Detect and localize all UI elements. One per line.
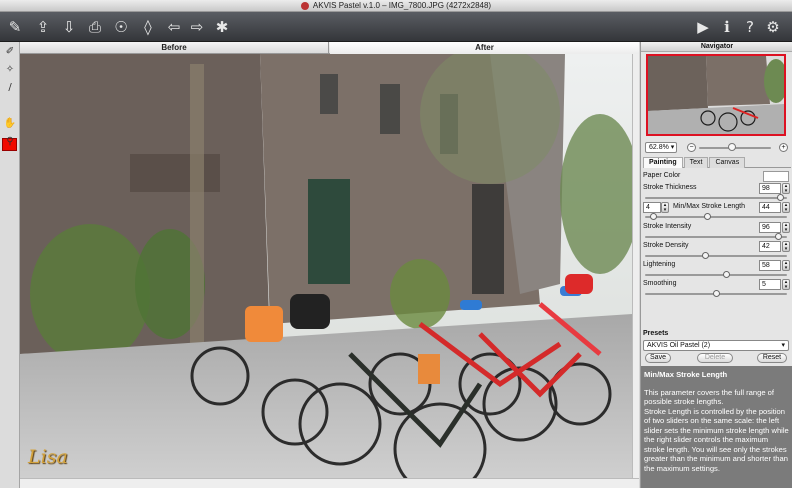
stroke-density-field[interactable]: 42 <box>759 241 781 252</box>
stroke-length-max-stepper[interactable]: ▴ ▾ <box>782 202 790 213</box>
lightening-field[interactable]: 58 <box>759 260 781 271</box>
stroke-length-min-field[interactable]: 4 <box>643 202 661 213</box>
help-title: Min/Max Stroke Length <box>644 370 728 379</box>
stroke-thickness-field[interactable]: 98 <box>759 183 781 194</box>
logo-brush-icon: ✎ <box>8 18 22 36</box>
title-bar: AKVIS Pastel v.1.0 – IMG_7800.JPG (4272x… <box>0 0 792 12</box>
image-canvas[interactable]: Lisa <box>20 54 632 478</box>
navigator-preview-image <box>648 56 784 134</box>
tab-text[interactable]: Text <box>683 157 709 168</box>
vertical-scrollbar[interactable] <box>632 54 639 478</box>
presets-selected: AKVIS Oil Pastel (2) <box>647 342 711 349</box>
chevron-down-icon: ▾ <box>781 342 785 349</box>
zoom-select[interactable]: 62.8% ▾ <box>645 142 677 153</box>
settings-tabs: Painting Text Canvas <box>643 157 791 168</box>
artist-signature: Lisa <box>28 446 68 468</box>
param-stroke-density: Stroke Density 42 ▴ ▾ <box>643 241 791 260</box>
param-lightening: Lightening 58 ▴ ▾ <box>643 260 791 279</box>
main-toolbar: ✎ ⇪ ⇩ ⎙ ☉ ◊ ⇦ ⇨ ✱ ▶ ℹ ? ⚙ <box>0 12 792 42</box>
smoothing-stepper[interactable]: ▴ ▾ <box>782 279 790 290</box>
tab-before[interactable]: Before <box>20 42 329 54</box>
help-panel: Min/Max Stroke Length This parameter cov… <box>641 366 792 488</box>
presets-select[interactable]: AKVIS Oil Pastel (2) ▾ <box>643 340 789 351</box>
stroke-thickness-stepper[interactable]: ▴ ▾ <box>782 183 790 194</box>
info-icon[interactable]: ℹ <box>716 16 738 38</box>
tab-painting[interactable]: Painting <box>643 157 683 168</box>
print-icon[interactable]: ⎙ <box>84 16 106 38</box>
help-icon[interactable]: ? <box>739 16 761 38</box>
save-icon[interactable]: ⇩ <box>58 16 80 38</box>
stroke-intensity-field[interactable]: 96 <box>759 222 781 233</box>
view-tabs: Before After <box>20 42 639 54</box>
smoothing-field[interactable]: 5 <box>759 279 781 290</box>
help-paragraph-1: This parameter covers the full range of … <box>644 387 774 407</box>
stroke-intensity-knob[interactable] <box>774 233 782 240</box>
zoom-slider-knob[interactable] <box>727 143 736 151</box>
stroke-density-knob[interactable] <box>701 252 709 259</box>
tools-panel: ✐ ✧ / ✋ ⚲ <box>0 42 20 488</box>
brush-icon[interactable]: / <box>3 80 17 94</box>
stroke-length-label: Min/Max Stroke Length <box>673 203 745 210</box>
param-smoothing: Smoothing 5 ▴ ▾ <box>643 279 791 298</box>
lightening-label: Lightening <box>643 261 676 268</box>
stroke-intensity-label: Stroke Intensity <box>643 223 692 230</box>
stroke-density-slider[interactable] <box>645 255 787 257</box>
stroke-thickness-slider[interactable] <box>645 197 787 199</box>
redo-icon[interactable]: ⇨ <box>186 16 208 38</box>
eraser-icon[interactable]: ◊ <box>137 16 159 38</box>
zoom-in-button[interactable]: + <box>779 143 788 152</box>
batch-gear-icon[interactable]: ✱ <box>211 16 233 38</box>
param-stroke-thickness: Stroke Thickness 98 ▴ ▾ <box>643 183 791 202</box>
stroke-thickness-label: Stroke Thickness <box>643 184 697 191</box>
param-stroke-length: 4 ▴ ▾ Min/Max Stroke Length 44 ▴ ▾ <box>643 202 791 221</box>
stroke-length-max-field[interactable]: 44 <box>759 202 781 213</box>
settings-panel: Navigator 62.8% ▾ − + Painting Text Canv… <box>640 42 792 488</box>
stroke-density-label: Stroke Density <box>643 242 689 249</box>
lightening-knob[interactable] <box>723 271 731 278</box>
zoom-icon[interactable]: ⚲ <box>3 134 17 148</box>
paper-color-swatch[interactable] <box>763 171 789 182</box>
app-icon <box>300 1 309 10</box>
tab-after[interactable]: After <box>330 42 639 54</box>
delete-preset-button[interactable]: Delete <box>697 353 733 363</box>
smoothing-knob[interactable] <box>712 290 720 297</box>
stroke-intensity-slider[interactable] <box>645 236 787 238</box>
pastel-painting <box>20 54 632 478</box>
paper-color-label: Paper Color <box>643 172 681 179</box>
open-icon[interactable]: ⇪ <box>32 16 54 38</box>
run-icon[interactable]: ▶ <box>692 16 714 38</box>
app-window: AKVIS Pastel v.1.0 – IMG_7800.JPG (4272x… <box>0 0 792 488</box>
help-paragraph-2: Stroke Length is controlled by the posit… <box>644 406 789 473</box>
zoom-row: 62.8% ▾ − + <box>643 142 791 154</box>
zoom-value: 62.8% <box>649 144 669 151</box>
smoothing-label: Smoothing <box>643 280 677 287</box>
presets-label: Presets <box>643 330 669 337</box>
lightening-slider[interactable] <box>645 274 787 276</box>
zoom-out-button[interactable]: − <box>687 143 696 152</box>
stroke-length-slider[interactable] <box>645 216 787 218</box>
share-icon[interactable]: ☉ <box>110 16 132 38</box>
stroke-intensity-stepper[interactable]: ▴ ▾ <box>782 222 790 233</box>
window-title: AKVIS Pastel v.1.0 – IMG_7800.JPG (4272x… <box>312 1 492 10</box>
pencil-icon[interactable]: ✐ <box>3 44 17 58</box>
tab-canvas[interactable]: Canvas <box>709 157 746 168</box>
stroke-density-stepper[interactable]: ▴ ▾ <box>782 241 790 252</box>
navigator-thumbnail[interactable] <box>646 54 786 136</box>
navigator-header: Navigator <box>641 42 792 52</box>
stroke-thickness-knob[interactable] <box>777 194 785 201</box>
horizontal-scrollbar[interactable] <box>20 478 639 488</box>
magic-brush-icon[interactable]: ✧ <box>3 62 17 76</box>
stroke-length-min-knob[interactable] <box>650 213 658 220</box>
stroke-length-max-knob[interactable] <box>704 213 712 220</box>
stroke-length-min-stepper[interactable]: ▴ ▾ <box>661 202 669 213</box>
reset-preset-button[interactable]: Reset <box>757 353 787 363</box>
hand-icon[interactable]: ✋ <box>3 116 17 130</box>
preferences-icon[interactable]: ⚙ <box>762 16 784 38</box>
undo-icon[interactable]: ⇦ <box>163 16 185 38</box>
save-preset-button[interactable]: Save <box>645 353 671 363</box>
lightening-stepper[interactable]: ▴ ▾ <box>782 260 790 271</box>
param-stroke-intensity: Stroke Intensity 96 ▴ ▾ <box>643 222 791 241</box>
